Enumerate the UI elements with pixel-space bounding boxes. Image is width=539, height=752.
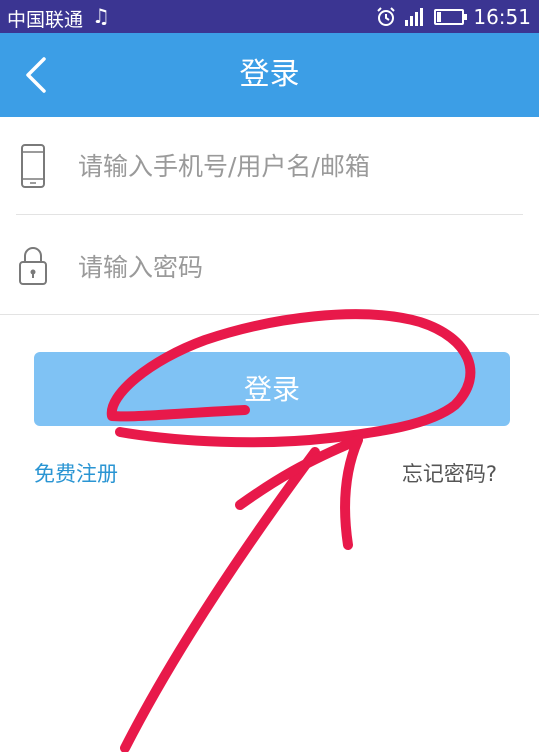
status-icons: 16:51 (367, 4, 531, 30)
lock-icon (19, 247, 47, 285)
annotation-arrow-head (235, 435, 363, 550)
forgot-password-link[interactable]: 忘记密码? (402, 458, 497, 488)
signal-icon (405, 8, 425, 26)
page-title: 登录 (239, 57, 300, 92)
chevron-left-icon[interactable] (18, 53, 58, 97)
status-time: 16:51 (473, 5, 531, 29)
alarm-clock-icon (377, 7, 396, 26)
username-row (0, 117, 539, 215)
divider (0, 314, 539, 315)
username-input[interactable] (78, 117, 508, 215)
title-bar: 登录 (0, 33, 539, 117)
divider (16, 214, 523, 215)
music-note-icon: ♫ (92, 4, 110, 28)
annotation-arrow-shaft (120, 447, 320, 752)
password-input[interactable] (78, 218, 508, 316)
carrier-name: 中国联通 (7, 9, 84, 31)
register-link[interactable]: 免费注册 (34, 458, 118, 488)
battery-fill (437, 12, 442, 22)
phone-icon (21, 144, 45, 188)
login-button[interactable]: 登录 (34, 352, 510, 426)
password-row (0, 218, 539, 316)
battery-icon (434, 9, 468, 25)
status-bar: 中国联通 ♫ 16:51 (0, 0, 539, 33)
